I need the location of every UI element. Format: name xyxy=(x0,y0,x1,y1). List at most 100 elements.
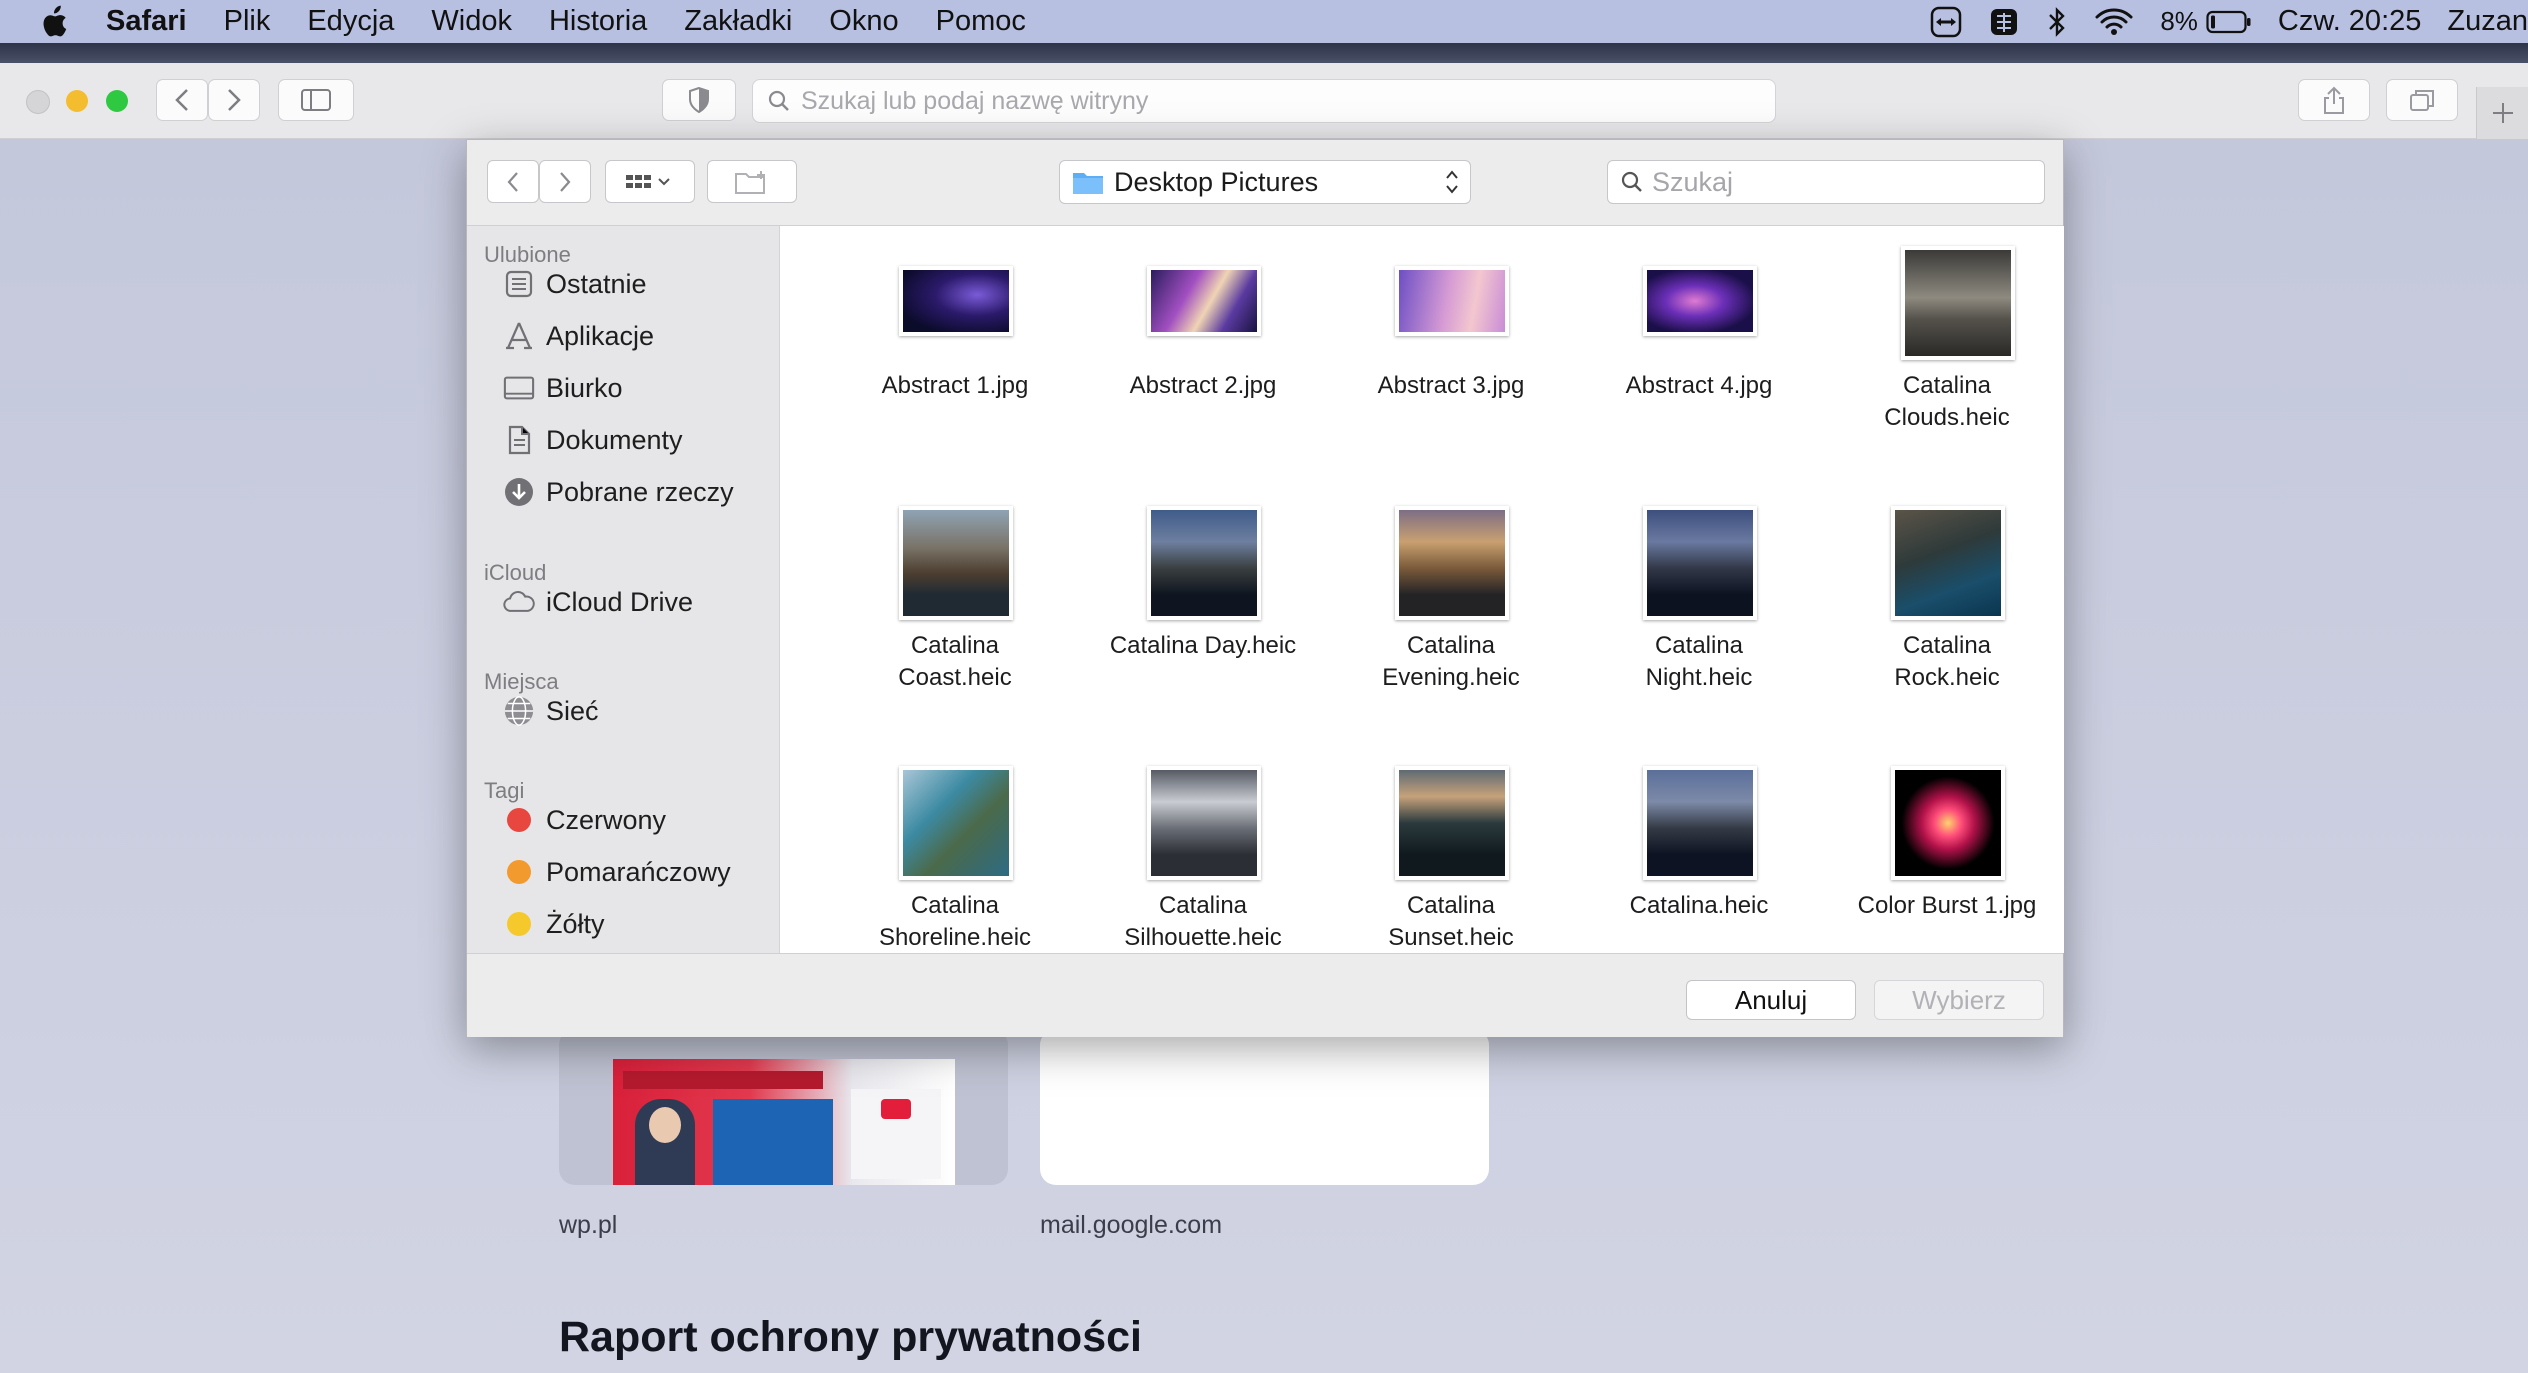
plus-icon xyxy=(2493,103,2513,123)
file-name-line2: Rock.heic xyxy=(1894,664,2000,691)
site-preview-image xyxy=(613,1059,955,1185)
favorite-tile-gmail[interactable] xyxy=(1040,1029,1489,1185)
file-item[interactable]: Catalina Sunset.heic xyxy=(1331,746,1571,953)
file-name: Catalina xyxy=(1406,892,1496,919)
documents-icon xyxy=(503,424,535,456)
sidebar-item-label: Ostatnie xyxy=(546,268,647,299)
menu-edit[interactable]: Edycja xyxy=(307,5,394,38)
file-name-line2: Evening.heic xyxy=(1382,664,1520,691)
file-open-dialog: Desktop Pictures Szukaj Ulubione Ostatni… xyxy=(466,139,2064,1037)
red-tag-icon xyxy=(507,808,531,832)
dialog-toolbar: Desktop Pictures Szukaj xyxy=(467,140,2063,226)
sidebar-toggle-button[interactable] xyxy=(278,79,354,121)
file-thumbnail xyxy=(899,506,1013,620)
sidebar-item-documents[interactable]: Dokumenty xyxy=(503,418,683,462)
file-item[interactable]: Catalina Clouds.heic xyxy=(1827,226,2064,456)
chevron-right-icon xyxy=(560,171,571,192)
file-name: Catalina xyxy=(910,892,1000,919)
file-item[interactable]: Catalina Coast.heic xyxy=(835,486,1075,716)
file-name: Abstract 3.jpg xyxy=(1377,372,1525,399)
dialog-footer: Anuluj Wybierz xyxy=(467,953,2063,1037)
chevron-right-icon xyxy=(228,89,241,111)
file-name: Catalina xyxy=(1406,632,1496,659)
dialog-back-button[interactable] xyxy=(487,160,539,203)
menu-bookmarks[interactable]: Zakładki xyxy=(684,5,792,38)
tabs-overview-button[interactable] xyxy=(2386,79,2458,121)
file-item[interactable]: Catalina Night.heic xyxy=(1579,486,1819,716)
file-item[interactable]: Catalina Day.heic xyxy=(1083,486,1323,716)
sidebar-item-tag-orange[interactable]: Pomarańczowy xyxy=(503,850,731,894)
teamviewer-icon[interactable] xyxy=(1930,6,1962,38)
battery-icon[interactable] xyxy=(2206,10,2252,34)
sidebar-item-applications[interactable]: Aplikacje xyxy=(503,314,654,358)
downloads-icon xyxy=(503,476,535,508)
sidebar-item-icloud-drive[interactable]: iCloud Drive xyxy=(503,580,693,624)
menu-clock[interactable]: Czw. 20:25 xyxy=(2278,5,2421,38)
dialog-search-input[interactable]: Szukaj xyxy=(1607,160,2045,204)
orange-tag-icon xyxy=(507,860,531,884)
sidebar-item-network[interactable]: Sieć xyxy=(503,689,599,733)
apple-icon[interactable] xyxy=(38,5,68,39)
file-item[interactable]: Abstract 3.jpg xyxy=(1331,226,1571,456)
view-mode-button[interactable] xyxy=(605,160,695,203)
new-folder-icon xyxy=(735,170,765,194)
file-item[interactable]: Catalina.heic xyxy=(1579,746,1819,953)
sidebar-item-label: iCloud Drive xyxy=(546,586,694,617)
forward-button[interactable] xyxy=(208,79,260,121)
search-icon xyxy=(1621,171,1642,192)
menu-app-name[interactable]: Safari xyxy=(106,5,187,38)
file-item[interactable]: Color Burst 1.jpg xyxy=(1827,746,2064,953)
file-thumbnail xyxy=(1395,766,1509,880)
address-bar[interactable]: Szukaj lub podaj nazwę witryny xyxy=(752,79,1776,123)
location-popup[interactable]: Desktop Pictures xyxy=(1059,160,1471,204)
favorite-tile-wp[interactable] xyxy=(559,1029,1008,1185)
zoom-window-button[interactable] xyxy=(106,90,128,112)
file-item[interactable]: Catalina Evening.heic xyxy=(1331,486,1571,716)
privacy-shield-button[interactable] xyxy=(662,79,736,121)
menu-file[interactable]: Plik xyxy=(224,5,271,38)
desktop-strip xyxy=(0,43,2528,63)
dialog-forward-button[interactable] xyxy=(539,160,591,203)
wifi-icon[interactable] xyxy=(2094,6,2134,38)
file-item[interactable]: Catalina Silhouette.heic xyxy=(1083,746,1323,953)
dialog-sidebar: Ulubione Ostatnie Aplikacje Biurko Dokum… xyxy=(467,226,780,953)
file-item[interactable]: Catalina Shoreline.heic xyxy=(835,746,1075,953)
file-name-line2: Sunset.heic xyxy=(1388,924,1514,951)
cancel-button[interactable]: Anuluj xyxy=(1686,980,1856,1020)
sidebar-item-tag-yellow[interactable]: Żółty xyxy=(503,902,605,946)
sidebar-icon xyxy=(301,89,331,111)
sidebar-item-recents[interactable]: Ostatnie xyxy=(503,262,647,306)
new-tab-button[interactable] xyxy=(2476,87,2528,139)
file-item[interactable]: Catalina Rock.heic xyxy=(1827,486,2064,716)
applications-icon xyxy=(503,320,535,352)
sidebar-item-label: Pobrane rzeczy xyxy=(546,476,734,507)
network-globe-icon xyxy=(503,695,535,727)
file-item[interactable]: Abstract 2.jpg xyxy=(1083,226,1323,456)
menu-history[interactable]: Historia xyxy=(549,5,647,38)
file-name-line2: Silhouette.heic xyxy=(1124,924,1282,951)
close-window-button[interactable] xyxy=(26,90,50,114)
menu-view[interactable]: Widok xyxy=(431,5,512,38)
file-item[interactable]: Abstract 1.jpg xyxy=(835,226,1075,456)
menu-user[interactable]: Zuzan xyxy=(2447,5,2528,38)
sidebar-item-downloads[interactable]: Pobrane rzeczy xyxy=(503,470,734,514)
share-button[interactable] xyxy=(2298,79,2370,121)
cloud-icon xyxy=(503,586,535,618)
file-thumbnail xyxy=(899,266,1013,336)
back-button[interactable] xyxy=(156,79,208,121)
sidebar-item-desktop[interactable]: Biurko xyxy=(503,366,623,410)
file-item[interactable]: Abstract 4.jpg xyxy=(1579,226,1819,456)
location-label: Desktop Pictures xyxy=(1114,166,1319,197)
input-source-icon[interactable] xyxy=(1988,6,2020,38)
sidebar-item-tag-red[interactable]: Czerwony xyxy=(503,798,666,842)
menu-window[interactable]: Okno xyxy=(829,5,898,38)
file-thumbnail xyxy=(1643,766,1757,880)
minimize-window-button[interactable] xyxy=(66,90,88,112)
choose-button[interactable]: Wybierz xyxy=(1874,980,2044,1020)
folder-icon xyxy=(1073,173,1103,194)
menu-help[interactable]: Pomoc xyxy=(936,5,1026,38)
new-folder-button[interactable] xyxy=(707,160,797,203)
sidebar-item-label: Sieć xyxy=(546,695,599,726)
bluetooth-icon[interactable] xyxy=(2046,6,2068,38)
sidebar-item-label: Dokumenty xyxy=(546,424,683,455)
